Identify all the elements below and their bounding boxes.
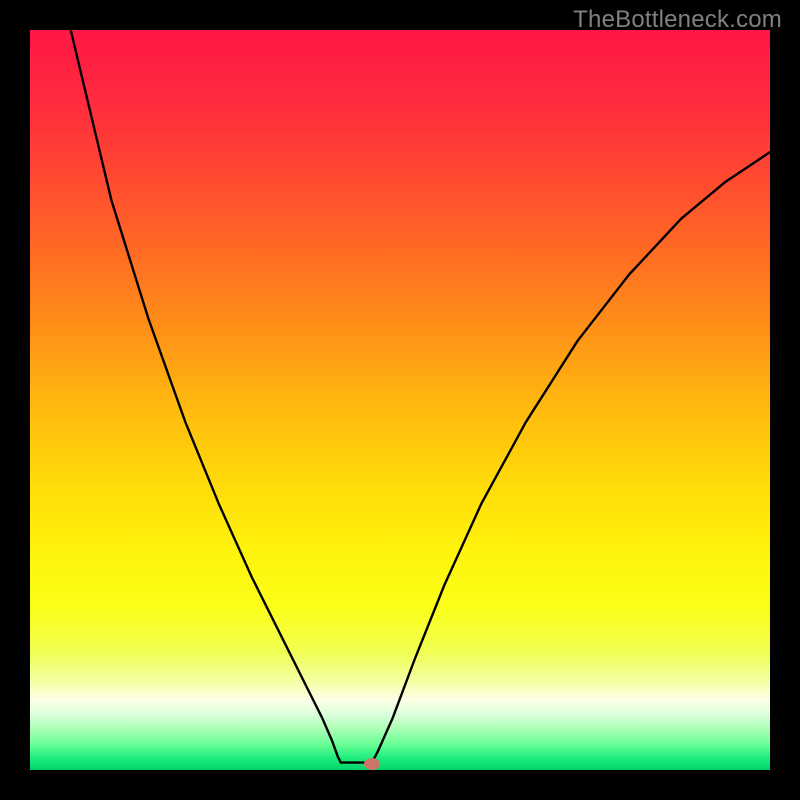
chart-frame: TheBottleneck.com [0,0,800,800]
optimal-point-marker [364,758,380,770]
plot-area [30,30,770,770]
bottleneck-curve [30,30,770,770]
